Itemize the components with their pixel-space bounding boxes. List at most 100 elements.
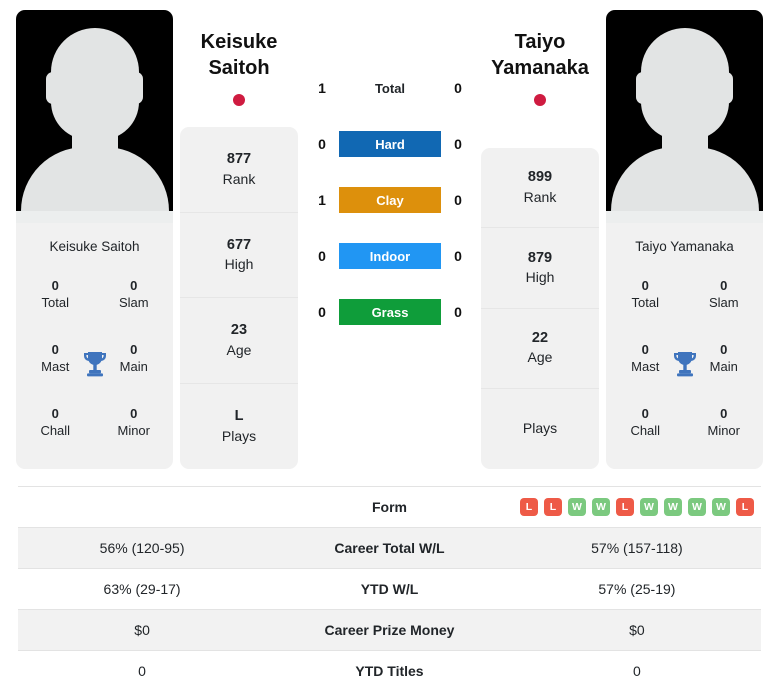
h2h-right-score: 0 — [454, 248, 462, 264]
stat-age-right: 22 Age — [481, 309, 599, 389]
table-row: $0 Career Prize Money $0 — [18, 609, 761, 651]
h2h-row-clay: 1 Clay 0 — [305, 172, 475, 228]
player-right-first-name: Taiyo — [514, 31, 566, 53]
h2h-left-score: 1 — [318, 80, 326, 96]
form-badge-win[interactable]: W — [567, 498, 586, 516]
stat-high-left-label: High — [224, 256, 254, 273]
silhouette-body-icon — [610, 147, 759, 211]
player-right-stat-card: 899 Rank 879 High 22 Age Plays — [481, 148, 599, 469]
titles-total-left-label: Total — [41, 295, 69, 311]
player-left-first-name: Keisuke — [200, 31, 278, 53]
form-badge-loss[interactable]: L — [735, 498, 754, 516]
stat-high-right: 879 High — [481, 228, 599, 309]
head-to-head-column: 1 Total 0 0 Hard 0 1 Clay 0 0 Indoor 0 0 Grass 0 — [305, 60, 475, 340]
titles-slam-right-value: 0 — [720, 278, 728, 294]
form-badge-win[interactable]: W — [639, 498, 658, 516]
player-left-avatar-name: Keisuke Saitoh — [49, 239, 140, 254]
silhouette-floor-icon — [16, 211, 173, 223]
h2h-row-total: 1 Total 0 — [305, 60, 475, 116]
stat-age-right-value: 22 — [531, 329, 549, 346]
player-right-avatar-panel: Taiyo Yamanaka 0 Total 0 Slam 0 Mast 0 M… — [606, 10, 763, 469]
player-right-titles-grid: 0 Total 0 Slam 0 Mast 0 Main 0 Chall 0 M… — [606, 259, 763, 469]
player-left-name-block[interactable]: Keisuke Saitoh — [164, 30, 314, 109]
japan-flag-icon — [527, 91, 553, 109]
stat-plays-left-label: Plays — [221, 427, 257, 444]
silhouette-ear-left-icon — [636, 72, 650, 104]
table-row: 0 YTD Titles 0 — [18, 650, 761, 692]
player-left-avatar-panel: Keisuke Saitoh 0 Total 0 Slam 0 Mast 0 M… — [16, 10, 173, 469]
table-row: 63% (29-17) YTD W/L 57% (25-19) — [18, 568, 761, 610]
titles-minor-right-value: 0 — [720, 406, 728, 422]
player-right-last-name: Yamanaka — [491, 56, 589, 79]
stat-plays-left-value: L — [234, 408, 244, 425]
player-left-avatar-image — [16, 10, 173, 223]
titles-slam-left: 0 Slam — [95, 278, 174, 312]
table-row-label: Form — [371, 499, 407, 515]
form-badge-win[interactable]: W — [591, 498, 610, 516]
form-badge-loss[interactable]: L — [519, 498, 538, 516]
form-cell-left — [18, 487, 266, 528]
stat-rank-left-value: 877 — [226, 151, 252, 168]
titles-chall-left-value: 0 — [51, 406, 59, 422]
trophy-icon — [671, 349, 699, 379]
titles-total-left-value: 0 — [51, 278, 59, 294]
titles-minor-right: 0 Minor — [685, 406, 764, 440]
form-badge-win[interactable]: W — [663, 498, 682, 516]
h2h-left-score: 0 — [318, 136, 326, 152]
form-badge-loss[interactable]: L — [543, 498, 562, 516]
table-cell-right: 0 — [633, 663, 641, 680]
stat-plays-right: Plays — [481, 389, 599, 469]
titles-chall-left-label: Chall — [40, 423, 71, 439]
table-cell-left: 63% (29-17) — [103, 581, 181, 597]
surface-badge-clay[interactable]: Clay — [339, 187, 441, 213]
titles-chall-left: 0 Chall — [16, 406, 95, 440]
form-badge-win[interactable]: W — [711, 498, 730, 516]
titles-slam-right: 0 Slam — [685, 278, 764, 312]
stat-rank-right-value: 899 — [527, 169, 553, 186]
stat-high-right-label: High — [525, 269, 555, 286]
table-row-label: Career Total W/L — [334, 540, 445, 556]
form-badge-loss[interactable]: L — [615, 498, 634, 516]
form-badge-win[interactable]: W — [687, 498, 706, 516]
stat-rank-right-label: Rank — [523, 188, 557, 205]
silhouette-head-icon — [50, 28, 139, 140]
player-right-avatar-image — [606, 10, 763, 223]
stat-age-right-label: Age — [527, 349, 553, 366]
table-row: 56% (120-95) Career Total W/L 57% (157-118… — [18, 527, 761, 569]
h2h-row-indoor: 0 Indoor 0 — [305, 228, 475, 284]
player-right-avatar-name: Taiyo Yamanaka — [635, 239, 734, 254]
table-row-label: Career Prize Money — [324, 622, 455, 638]
surface-badge-indoor[interactable]: Indoor — [339, 243, 441, 269]
surface-badge-hard[interactable]: Hard — [339, 131, 441, 157]
titles-minor-right-label: Minor — [707, 423, 740, 439]
h2h-left-score: 0 — [318, 304, 326, 320]
stat-age-left-label: Age — [226, 341, 252, 358]
form-badge-list: LLWWLWWWWL — [517, 498, 757, 516]
stat-high-left-value: 677 — [226, 236, 252, 253]
titles-total-right-value: 0 — [641, 278, 649, 294]
table-row: Form L L W W L W W W W L — [18, 486, 761, 528]
table-cell-left: 0 — [138, 663, 146, 680]
player-right-name-block[interactable]: Taiyo Yamanaka — [465, 30, 615, 109]
silhouette-head-icon — [640, 28, 729, 140]
titles-minor-left: 0 Minor — [95, 406, 174, 440]
comparison-stats-table: Form L L W W L W W W W L 56% (120-95) Career Total W… — [18, 486, 761, 692]
table-cell-right: $0 — [629, 622, 645, 638]
table-cell-right: 57% (25-19) — [598, 581, 676, 597]
h2h-left-score: 0 — [318, 248, 326, 264]
titles-slam-right-label: Slam — [708, 295, 739, 311]
titles-slam-left-value: 0 — [130, 278, 138, 294]
flag-disc — [534, 93, 546, 106]
player-left-titles-grid: 0 Total 0 Slam 0 Mast 0 Main 0 Chall 0 M… — [16, 259, 173, 469]
form-cell-right: LLWWLWWWWL — [513, 487, 761, 528]
table-cell-left: $0 — [134, 622, 150, 638]
surface-badge-grass[interactable]: Grass — [339, 299, 441, 325]
titles-total-left: 0 Total — [16, 278, 95, 312]
silhouette-ear-left-icon — [46, 72, 60, 104]
h2h-row-grass: 0 Grass 0 — [305, 284, 475, 340]
trophy-icon — [81, 349, 109, 379]
titles-total-right-label: Total — [631, 295, 659, 311]
player-comparison-header: Keisuke Saitoh 0 Total 0 Slam 0 Mast 0 M… — [0, 0, 779, 478]
titles-slam-left-label: Slam — [118, 295, 149, 311]
h2h-right-score: 0 — [454, 192, 462, 208]
